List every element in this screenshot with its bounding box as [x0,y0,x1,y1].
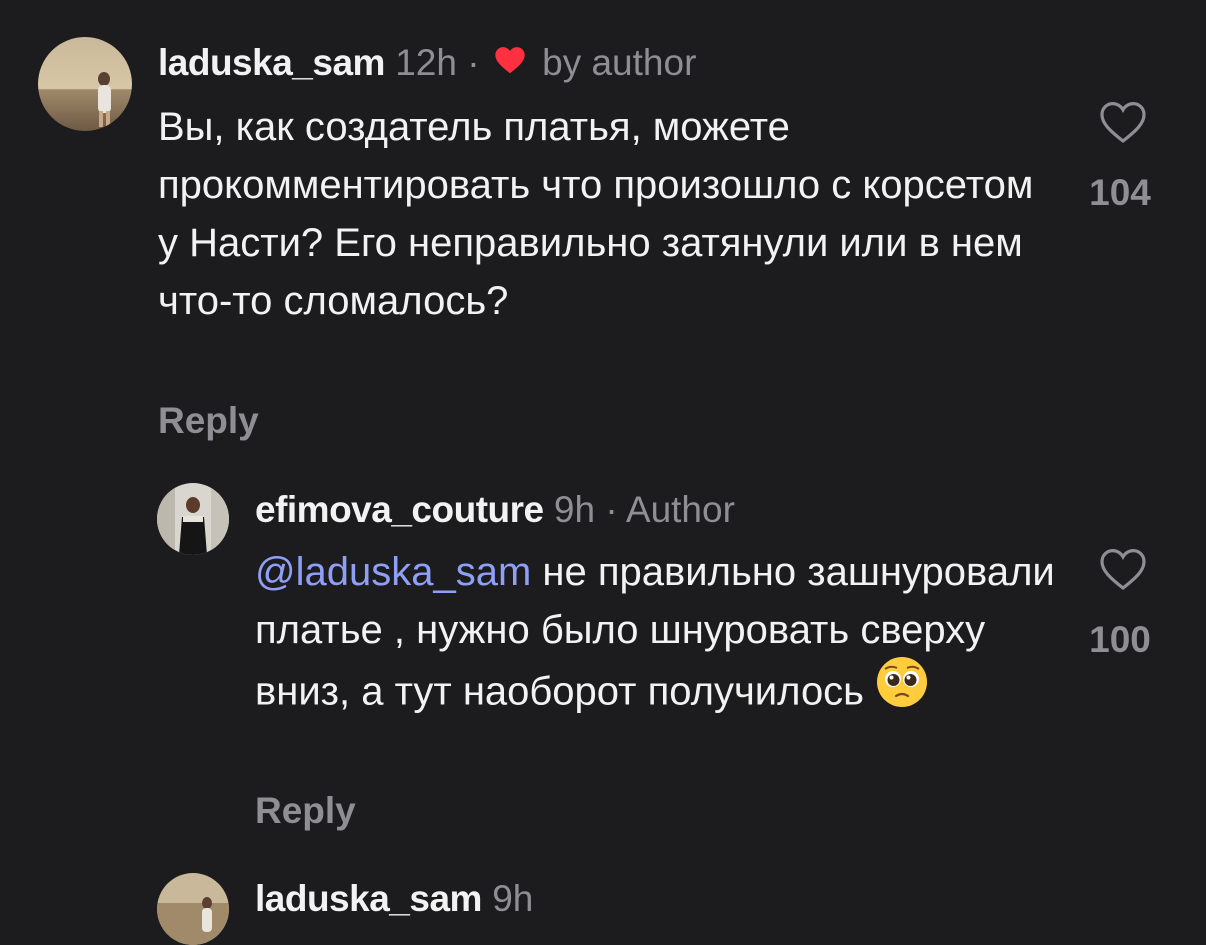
like-count: 104 [1089,172,1151,213]
comment-text: Вы, как создатель платья, можете прокомм… [158,105,1034,323]
heart-outline-icon [1100,548,1146,591]
timestamp: 9h [492,878,534,919]
like-count: 100 [1089,619,1151,660]
heart-filled-icon [494,41,526,85]
reply-button[interactable]: Reply [158,400,259,442]
heart-outline-icon [1100,101,1146,144]
comment-text: @laduska_sam не правильно зашнуровали пл… [255,543,1055,729]
pleading-face-emoji [875,655,929,725]
avatar[interactable] [157,873,229,945]
author-badge: Author [625,489,735,530]
username[interactable]: efimova_couture [255,489,544,530]
separator: · [467,42,480,83]
liked-by-author-label: by author [542,42,697,83]
username[interactable]: laduska_sam [158,42,385,83]
avatar[interactable] [157,483,229,555]
comment-meta: efimova_couture 9h · Author [255,488,735,532]
comment-meta: laduska_sam 9h [255,877,533,921]
like-button[interactable] [1095,94,1151,150]
username[interactable]: laduska_sam [255,878,482,919]
timestamp: 9h [553,489,596,530]
comment-meta: laduska_sam 12h · by author [158,41,696,87]
mention-link[interactable]: @laduska_sam [255,550,531,594]
reply-button[interactable]: Reply [255,790,356,832]
separator: · [605,489,618,530]
timestamp: 12h [395,42,457,83]
like-button[interactable] [1095,541,1151,597]
avatar[interactable] [38,37,132,131]
